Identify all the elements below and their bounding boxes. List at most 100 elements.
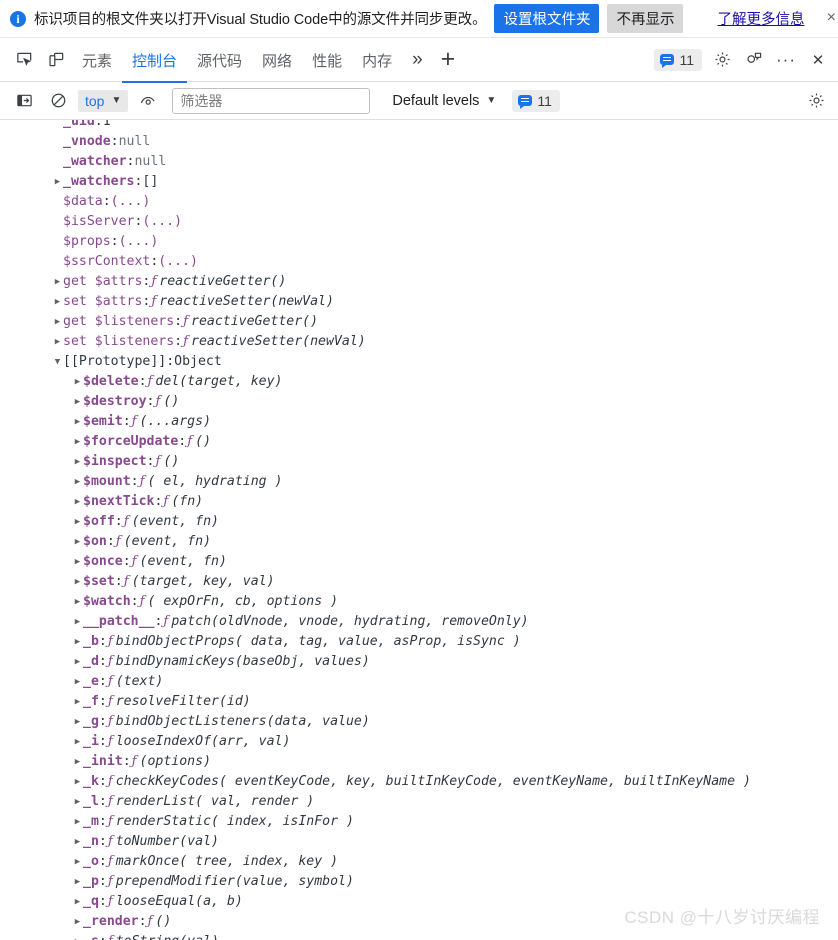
chevron-right-icon[interactable]: ▶ <box>72 672 83 692</box>
console-property-row[interactable]: ▶ _f: ƒ resolveFilter(id) <box>0 692 838 712</box>
console-property-row[interactable]: ▶ _render: ƒ() <box>0 912 838 932</box>
gear-icon[interactable] <box>800 85 832 117</box>
console-property-row[interactable]: ▶ get $listeners: ƒ reactiveGetter() <box>0 312 838 332</box>
tab-memory[interactable]: 内存 <box>352 39 402 83</box>
message-count-badge[interactable]: 11 <box>654 48 702 71</box>
chevron-right-icon[interactable]: ▶ <box>72 752 83 772</box>
console-property-row[interactable]: ▶_s: ƒtoString(val) <box>0 932 838 940</box>
chevron-right-icon[interactable]: ▶ <box>52 172 63 192</box>
console-property-row[interactable]: ▶ _init: ƒ (options) <box>0 752 838 772</box>
console-property-row[interactable]: ▶ $mount: ƒ( el, hydrating ) <box>0 472 838 492</box>
console-property-row[interactable]: ▶ $nextTick: ƒ (fn) <box>0 492 838 512</box>
learn-more-link[interactable]: 了解更多信息 <box>717 8 804 29</box>
console-sidebar-icon[interactable] <box>8 85 40 117</box>
chevron-right-icon[interactable]: ▶ <box>72 412 83 432</box>
chevron-right-icon[interactable]: ▶ <box>72 832 83 852</box>
console-property-row[interactable]: ▼ [[Prototype]]: Object <box>0 352 838 372</box>
chevron-right-icon[interactable]: ▶ <box>72 632 83 652</box>
gear-icon[interactable] <box>706 44 738 76</box>
chevron-right-icon[interactable]: ▶ <box>72 932 83 940</box>
chevron-right-icon[interactable]: ▶ <box>72 592 83 612</box>
log-levels-dropdown[interactable]: Default levels ▼ <box>392 93 496 109</box>
console-property-row[interactable]: ▶ $once: ƒ (event, fn) <box>0 552 838 572</box>
chevron-right-icon[interactable]: ▶ <box>72 572 83 592</box>
chevron-right-icon[interactable]: ▶ <box>72 472 83 492</box>
inspect-element-icon[interactable] <box>8 44 40 76</box>
console-property-row[interactable]: ▶ $off: ƒ (event, fn) <box>0 512 838 532</box>
console-property-row[interactable]: $props: (...) <box>0 232 838 252</box>
console-output[interactable]: _uid: 1 _vnode: null _watcher: null ▶ _watch… <box>0 120 838 940</box>
console-property-row[interactable]: ▶ set $listeners: ƒ reactiveSetter(newVal) <box>0 332 838 352</box>
chevron-right-icon[interactable]: ▶ <box>72 552 83 572</box>
chevron-right-icon[interactable]: ▶ <box>52 312 63 332</box>
tab-elements[interactable]: 元素 <box>72 39 122 83</box>
console-property-row[interactable]: _uid: 1 <box>0 120 838 132</box>
console-property-row[interactable]: ▶ get $attrs: ƒ reactiveGetter() <box>0 272 838 292</box>
tab-network[interactable]: 网络 <box>252 39 302 83</box>
console-property-row[interactable]: ▶ $destroy: ƒ() <box>0 392 838 412</box>
chevron-right-icon[interactable]: ▶ <box>72 872 83 892</box>
console-property-row[interactable]: _vnode: null <box>0 132 838 152</box>
chevron-right-icon[interactable]: ▶ <box>72 392 83 412</box>
console-property-row[interactable]: ▶ _b: ƒ bindObjectProps( data, tag, value,… <box>0 632 838 652</box>
console-property-row[interactable]: ▶ _m: ƒ renderStatic( index, isInFor ) <box>0 812 838 832</box>
chevron-right-icon[interactable]: ▶ <box>72 772 83 792</box>
console-property-row[interactable]: ▶ _o: ƒ markOnce( tree, index, key ) <box>0 852 838 872</box>
console-property-row[interactable]: ▶ __patch__: ƒ patch(oldVnode, vnode, hydr… <box>0 612 838 632</box>
close-devtools-icon[interactable]: ✕ <box>802 44 834 76</box>
console-property-row[interactable]: ▶ $on: ƒ (event, fn) <box>0 532 838 552</box>
more-tabs-icon[interactable]: » <box>402 49 433 71</box>
console-property-row[interactable]: ▶ $watch: ƒ( expOrFn, cb, options ) <box>0 592 838 612</box>
chevron-right-icon[interactable]: ▶ <box>72 452 83 472</box>
console-property-row[interactable]: ▶ _g: ƒ bindObjectListeners(data, value) <box>0 712 838 732</box>
add-tab-icon[interactable]: + <box>433 47 464 72</box>
console-property-row[interactable]: ▶ $inspect: ƒ() <box>0 452 838 472</box>
chevron-right-icon[interactable]: ▶ <box>72 692 83 712</box>
console-property-row[interactable]: ▶ _e: ƒ (text) <box>0 672 838 692</box>
feedback-icon[interactable] <box>738 44 770 76</box>
chevron-right-icon[interactable]: ▶ <box>72 732 83 752</box>
dont-show-again-button[interactable]: 不再显示 <box>607 4 684 33</box>
console-property-row[interactable]: ▶ _n: ƒ toNumber(val) <box>0 832 838 852</box>
tab-sources[interactable]: 源代码 <box>187 39 252 83</box>
console-property-row[interactable]: ▶ set $attrs: ƒ reactiveSetter(newVal) <box>0 292 838 312</box>
chevron-right-icon[interactable]: ▶ <box>72 852 83 872</box>
set-root-folder-button[interactable]: 设置根文件夹 <box>494 4 600 33</box>
console-property-row[interactable]: ▶ _d: ƒ bindDynamicKeys(baseObj, values) <box>0 652 838 672</box>
tab-console[interactable]: 控制台 <box>122 39 188 83</box>
device-toolbar-icon[interactable] <box>40 44 72 76</box>
console-property-row[interactable]: ▶ _i: ƒ looseIndexOf(arr, val) <box>0 732 838 752</box>
chevron-down-icon[interactable]: ▼ <box>52 352 63 372</box>
chevron-right-icon[interactable]: ▶ <box>72 912 83 932</box>
console-property-row[interactable]: ▶ _k: ƒ checkKeyCodes( eventKeyCode, key, … <box>0 772 838 792</box>
chevron-right-icon[interactable]: ▶ <box>72 372 83 392</box>
chevron-right-icon[interactable]: ▶ <box>52 272 63 292</box>
chevron-right-icon[interactable]: ▶ <box>72 512 83 532</box>
console-property-row[interactable]: ▶ _p: ƒ prependModifier(value, symbol) <box>0 872 838 892</box>
console-property-row[interactable]: $isServer: (...) <box>0 212 838 232</box>
chevron-right-icon[interactable]: ▶ <box>52 292 63 312</box>
console-property-row[interactable]: ▶ _l: ƒ renderList( val, render ) <box>0 792 838 812</box>
console-property-row[interactable]: ▶ $set: ƒ (target, key, val) <box>0 572 838 592</box>
chevron-right-icon[interactable]: ▶ <box>72 892 83 912</box>
tab-performance[interactable]: 性能 <box>302 39 352 83</box>
console-property-row[interactable]: ▶ _q: ƒ looseEqual(a, b) <box>0 892 838 912</box>
chevron-right-icon[interactable]: ▶ <box>72 532 83 552</box>
execution-context-dropdown[interactable]: top ▼ <box>78 89 129 112</box>
chevron-right-icon[interactable]: ▶ <box>72 712 83 732</box>
console-property-row[interactable]: ▶ _watchers: [] <box>0 172 838 192</box>
chevron-right-icon[interactable]: ▶ <box>72 792 83 812</box>
chevron-right-icon[interactable]: ▶ <box>72 492 83 512</box>
console-property-row[interactable]: ▶ $emit: ƒ (...args) <box>0 412 838 432</box>
console-property-row[interactable]: _watcher: null <box>0 152 838 172</box>
console-property-row[interactable]: ▶ $delete: ƒ del(target, key) <box>0 372 838 392</box>
console-property-row[interactable]: ▶ $forceUpdate: ƒ() <box>0 432 838 452</box>
chevron-right-icon[interactable]: ▶ <box>72 612 83 632</box>
clear-console-icon[interactable] <box>42 85 74 117</box>
chevron-right-icon[interactable]: ▶ <box>72 432 83 452</box>
more-options-icon[interactable]: ··· <box>770 44 802 76</box>
chevron-right-icon[interactable]: ▶ <box>72 812 83 832</box>
chevron-right-icon[interactable]: ▶ <box>72 652 83 672</box>
filter-input[interactable] <box>172 87 371 114</box>
eye-icon[interactable] <box>132 85 164 117</box>
